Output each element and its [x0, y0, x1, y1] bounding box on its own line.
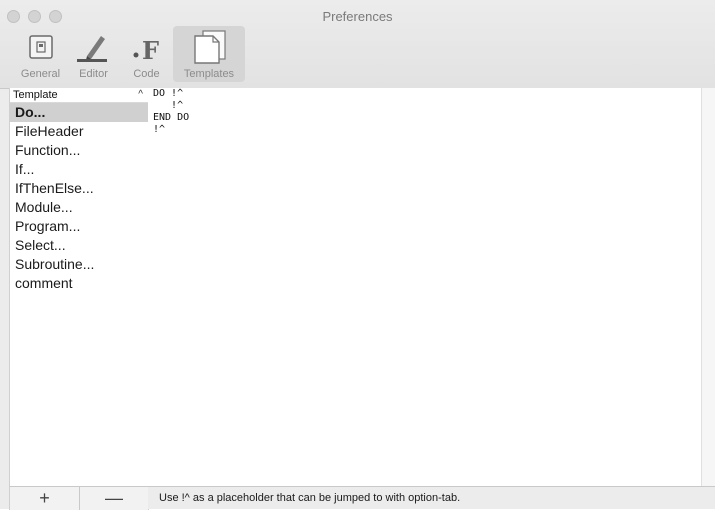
template-list-footer: + —	[9, 486, 149, 510]
switch-icon	[29, 35, 53, 59]
tab-templates[interactable]: Templates	[173, 26, 245, 82]
list-item[interactable]: Select...	[10, 236, 148, 255]
list-item[interactable]: Module...	[10, 198, 148, 217]
list-item[interactable]: Function...	[10, 141, 148, 160]
editor-line: !^	[153, 124, 166, 135]
editor-line: END DO	[153, 112, 190, 123]
editor-line: !^	[153, 100, 184, 111]
list-item[interactable]: If...	[10, 160, 148, 179]
list-item[interactable]: Program...	[10, 217, 148, 236]
preferences-window: Preferences General Editor F Code Templa…	[0, 0, 715, 510]
tab-templates-label: Templates	[183, 68, 235, 80]
editor-scroll-area[interactable]	[701, 88, 715, 486]
template-editor[interactable]: DO !^ !^ END DO !^	[148, 88, 701, 486]
editor-line: DO !^	[153, 88, 184, 99]
dot-f-icon: F	[133, 36, 159, 64]
sort-ascending-icon: ^	[138, 89, 143, 100]
document-stack-icon	[194, 30, 226, 64]
template-column-label: Template	[13, 89, 58, 101]
pencil-icon	[77, 36, 107, 62]
list-item[interactable]: IfThenElse...	[10, 179, 148, 198]
status-hint: Use !^ as a placeholder that can be jump…	[148, 486, 715, 509]
tab-editor[interactable]: Editor	[67, 26, 120, 82]
preferences-toolbar: General Editor F Code Templates	[14, 26, 245, 82]
remove-template-button[interactable]: —	[79, 487, 148, 510]
list-item[interactable]: Do...	[10, 103, 148, 122]
list-item[interactable]: comment	[10, 274, 148, 293]
list-item[interactable]: Subroutine...	[10, 255, 148, 274]
title-bar: Preferences General Editor F Code Templa…	[0, 0, 715, 89]
tab-general-label: General	[20, 68, 61, 80]
tab-general[interactable]: General	[14, 26, 67, 82]
svg-text:F: F	[142, 36, 159, 64]
template-column-header[interactable]: Template ^	[10, 88, 148, 103]
tab-editor-label: Editor	[79, 68, 108, 80]
tab-code-label: Code	[133, 68, 160, 80]
template-list[interactable]: Template ^ Do... FileHeader Function... …	[9, 88, 149, 486]
list-item[interactable]: FileHeader	[10, 122, 148, 141]
tab-code[interactable]: F Code	[120, 26, 173, 82]
add-template-button[interactable]: +	[10, 487, 79, 510]
window-title: Preferences	[322, 9, 393, 24]
